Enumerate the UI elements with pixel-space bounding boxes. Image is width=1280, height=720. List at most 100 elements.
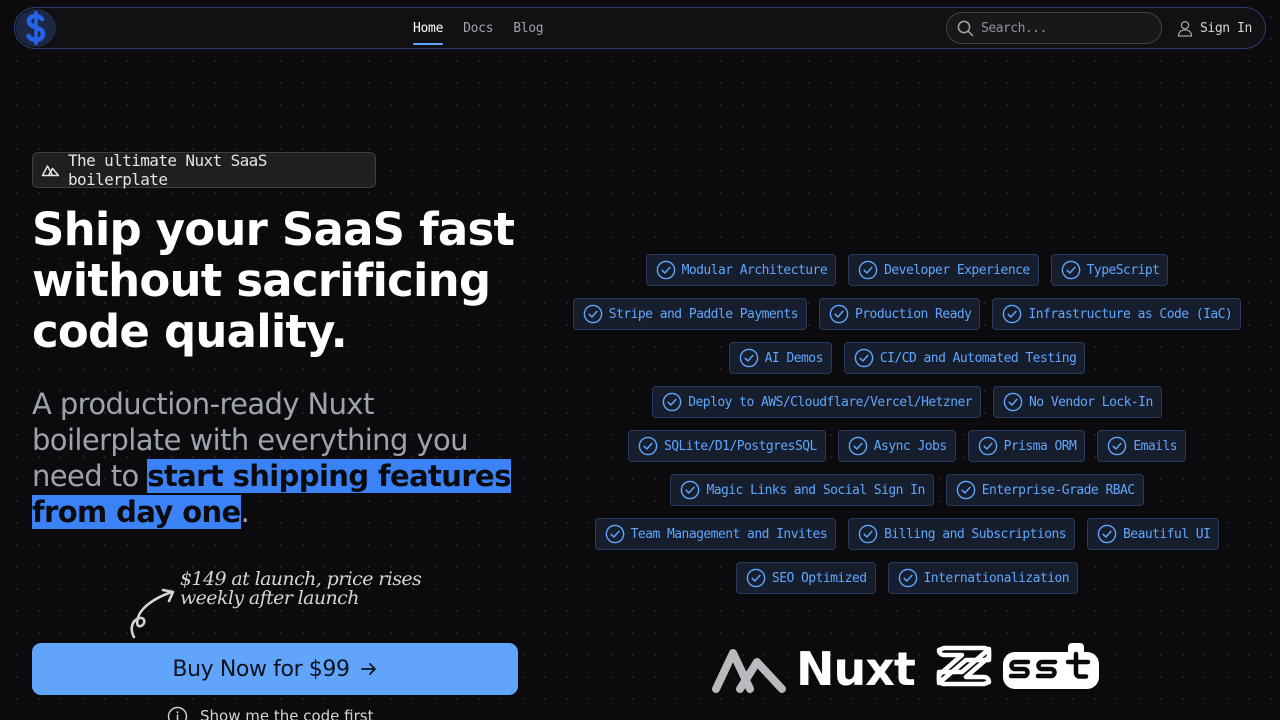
show-code-link[interactable]: Show me the code first bbox=[167, 704, 374, 720]
check-circle-icon bbox=[829, 304, 849, 324]
feature-label: SQLite/D1/PostgresSQL bbox=[663, 438, 817, 454]
check-circle-icon bbox=[956, 480, 976, 500]
check-circle-icon bbox=[746, 568, 766, 588]
feature-label: Developer Experience bbox=[884, 262, 1030, 278]
feature-label: Deploy to AWS/Cloudflare/Vercel/Hetzner bbox=[688, 394, 973, 410]
feature-label: Prisma ORM bbox=[1003, 438, 1077, 454]
feature-chip: Billing and Subscriptions bbox=[848, 518, 1076, 550]
feature-row: Stripe and Paddle Payments Production Rea… bbox=[572, 298, 1242, 330]
check-circle-icon bbox=[1003, 304, 1022, 324]
nuxt-icon bbox=[41, 165, 60, 177]
feature-row: SQLite/D1/PostgresSQL Async Jobs Prisma OR… bbox=[627, 430, 1187, 462]
feature-label: Team Management and Invites bbox=[630, 526, 828, 542]
feature-chip: Modular Architecture bbox=[645, 254, 837, 286]
feature-label: Production Ready bbox=[855, 306, 972, 322]
feature-chip: Infrastructure as Code (IaC) bbox=[992, 298, 1242, 330]
check-circle-icon bbox=[1003, 392, 1023, 412]
feature-label: No Vendor Lock-In bbox=[1029, 394, 1153, 410]
check-circle-icon bbox=[1061, 260, 1080, 280]
info-icon bbox=[167, 706, 188, 720]
feature-chip: Prisma ORM bbox=[967, 430, 1086, 462]
check-circle-icon bbox=[858, 524, 878, 544]
hero-subtitle: A production-ready Nuxt boilerplate with… bbox=[32, 386, 522, 530]
nuxt-mark-icon bbox=[712, 649, 786, 693]
curved-arrow-icon bbox=[130, 588, 175, 639]
search-icon bbox=[957, 20, 974, 36]
check-circle-icon bbox=[739, 348, 758, 368]
feature-chip: Team Management and Invites bbox=[594, 518, 837, 550]
feature-label: Magic Links and Social Sign In bbox=[706, 482, 925, 498]
feature-chip: CI/CD and Automated Testing bbox=[843, 342, 1086, 374]
arrow-right-icon bbox=[360, 663, 376, 675]
check-circle-icon bbox=[978, 436, 997, 456]
search-input[interactable] bbox=[981, 20, 1151, 36]
feature-chip: Deploy to AWS/Cloudflare/Vercel/Hetzner bbox=[652, 386, 982, 418]
feature-label: Beautiful UI bbox=[1123, 526, 1211, 542]
feature-label: Infrastructure as Code (IaC) bbox=[1028, 306, 1233, 322]
check-circle-icon bbox=[1108, 436, 1127, 456]
nav-link-blog[interactable]: Blog bbox=[513, 8, 543, 48]
check-circle-icon bbox=[854, 348, 874, 368]
feature-chip: Developer Experience bbox=[848, 254, 1039, 286]
navbar: Home Docs Blog Sign In bbox=[14, 7, 1266, 49]
sst-logo: sst bbox=[936, 642, 1100, 690]
subtitle-suffix: . bbox=[240, 495, 250, 529]
nuxt-logo: Nuxt bbox=[712, 642, 916, 696]
feature-label: AI Demos bbox=[764, 350, 824, 366]
buy-now-button[interactable]: Buy Now for $99 bbox=[32, 643, 518, 695]
feature-label: CI/CD and Automated Testing bbox=[879, 350, 1077, 366]
feature-label: Internationalization bbox=[923, 570, 1070, 586]
feature-chip: SQLite/D1/PostgresSQL bbox=[627, 430, 826, 462]
search-box[interactable] bbox=[946, 12, 1162, 44]
user-icon bbox=[1177, 20, 1193, 37]
feature-label: Modular Architecture bbox=[681, 262, 828, 278]
feature-label: Async Jobs bbox=[873, 438, 947, 454]
feature-row: Deploy to AWS/Cloudflare/Vercel/Hetzner N… bbox=[652, 386, 1162, 418]
check-circle-icon bbox=[681, 480, 700, 500]
feature-label: Stripe and Paddle Payments bbox=[608, 306, 799, 322]
check-circle-icon bbox=[858, 260, 878, 280]
nuxt-wordmark: Nuxt bbox=[796, 642, 916, 696]
feature-label: Enterprise-Grade RBAC bbox=[981, 482, 1135, 498]
feature-chip: TypeScript bbox=[1050, 254, 1169, 286]
main-nav: Home Docs Blog bbox=[413, 8, 544, 48]
sign-in-label: Sign In bbox=[1200, 20, 1252, 36]
feature-row: AI Demos CI/CD and Automated Testing bbox=[728, 342, 1086, 374]
feature-label: Billing and Subscriptions bbox=[884, 526, 1067, 542]
feature-row: Magic Links and Social Sign In Enterprise… bbox=[670, 474, 1144, 506]
feature-chip: Async Jobs bbox=[837, 430, 956, 462]
check-circle-icon bbox=[638, 436, 658, 456]
dollar-logo-icon[interactable] bbox=[16, 9, 56, 47]
feature-chip: Production Ready bbox=[819, 298, 981, 330]
feature-list: Modular Architecture Developer Experience… bbox=[572, 254, 1242, 594]
sst-wordmark-icon bbox=[1003, 643, 1099, 689]
check-circle-icon bbox=[1097, 524, 1117, 544]
feature-chip: Enterprise-Grade RBAC bbox=[945, 474, 1144, 506]
feature-label: SEO Optimized bbox=[771, 570, 867, 586]
feature-chip: Emails bbox=[1097, 430, 1187, 462]
sst-mark-icon bbox=[936, 645, 992, 687]
nav-link-home[interactable]: Home bbox=[413, 8, 443, 48]
check-circle-icon bbox=[583, 304, 603, 324]
feature-chip: Magic Links and Social Sign In bbox=[670, 474, 934, 506]
badge-text: The ultimate Nuxt SaaS boilerplate bbox=[68, 151, 267, 189]
feature-chip: No Vendor Lock-In bbox=[993, 386, 1162, 418]
feature-label: TypeScript bbox=[1086, 262, 1160, 278]
feature-row: Team Management and Invites Billing and S… bbox=[594, 518, 1220, 550]
nav-link-docs[interactable]: Docs bbox=[463, 8, 493, 48]
check-circle-icon bbox=[662, 392, 682, 412]
hero-badge: The ultimate Nuxt SaaS boilerplate bbox=[32, 151, 376, 189]
feature-row: SEO Optimized Internationalization bbox=[735, 562, 1079, 594]
check-circle-icon bbox=[848, 436, 868, 456]
price-note: $149 at launch, price rises weekly after… bbox=[180, 568, 422, 609]
feature-row: Modular Architecture Developer Experience… bbox=[645, 254, 1169, 286]
feature-chip: AI Demos bbox=[728, 342, 832, 374]
feature-label: Emails bbox=[1133, 438, 1178, 454]
feature-chip: Beautiful UI bbox=[1087, 518, 1220, 550]
hero-headline: Ship your SaaS fast without sacrificing … bbox=[32, 203, 515, 358]
feature-chip: Stripe and Paddle Payments bbox=[572, 298, 807, 330]
check-circle-icon bbox=[898, 568, 917, 588]
check-circle-icon bbox=[656, 260, 675, 280]
sign-in-button[interactable]: Sign In bbox=[1177, 8, 1252, 48]
show-code-label: Show me the code first bbox=[200, 707, 374, 720]
